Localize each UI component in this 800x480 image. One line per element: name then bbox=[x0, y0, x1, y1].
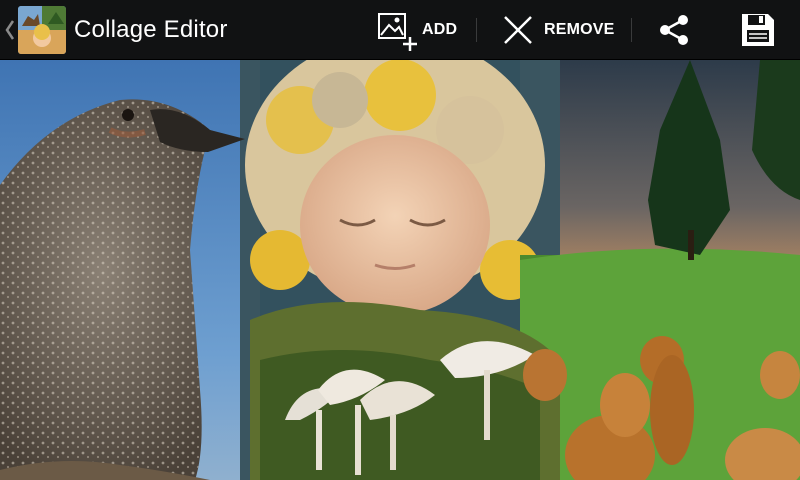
collage-canvas[interactable] bbox=[0, 60, 800, 480]
app-icon[interactable] bbox=[18, 6, 66, 54]
chevron-left-icon[interactable] bbox=[5, 19, 15, 41]
action-bar: Collage Editor ADD REMOVE bbox=[0, 0, 800, 60]
collage-image bbox=[0, 60, 800, 480]
add-button[interactable]: ADD bbox=[376, 0, 457, 60]
save-button[interactable] bbox=[732, 0, 784, 60]
toolbar-divider bbox=[476, 18, 477, 42]
add-image-icon bbox=[378, 13, 417, 51]
add-button-label: ADD bbox=[422, 21, 458, 38]
close-icon bbox=[504, 16, 532, 44]
share-icon bbox=[660, 15, 688, 45]
remove-button[interactable]: REMOVE bbox=[502, 0, 615, 60]
toolbar-divider bbox=[631, 18, 632, 42]
remove-button-label: REMOVE bbox=[544, 21, 615, 38]
floppy-disk-icon bbox=[742, 14, 774, 46]
share-button[interactable] bbox=[652, 0, 696, 60]
app-title: Collage Editor bbox=[74, 16, 228, 43]
